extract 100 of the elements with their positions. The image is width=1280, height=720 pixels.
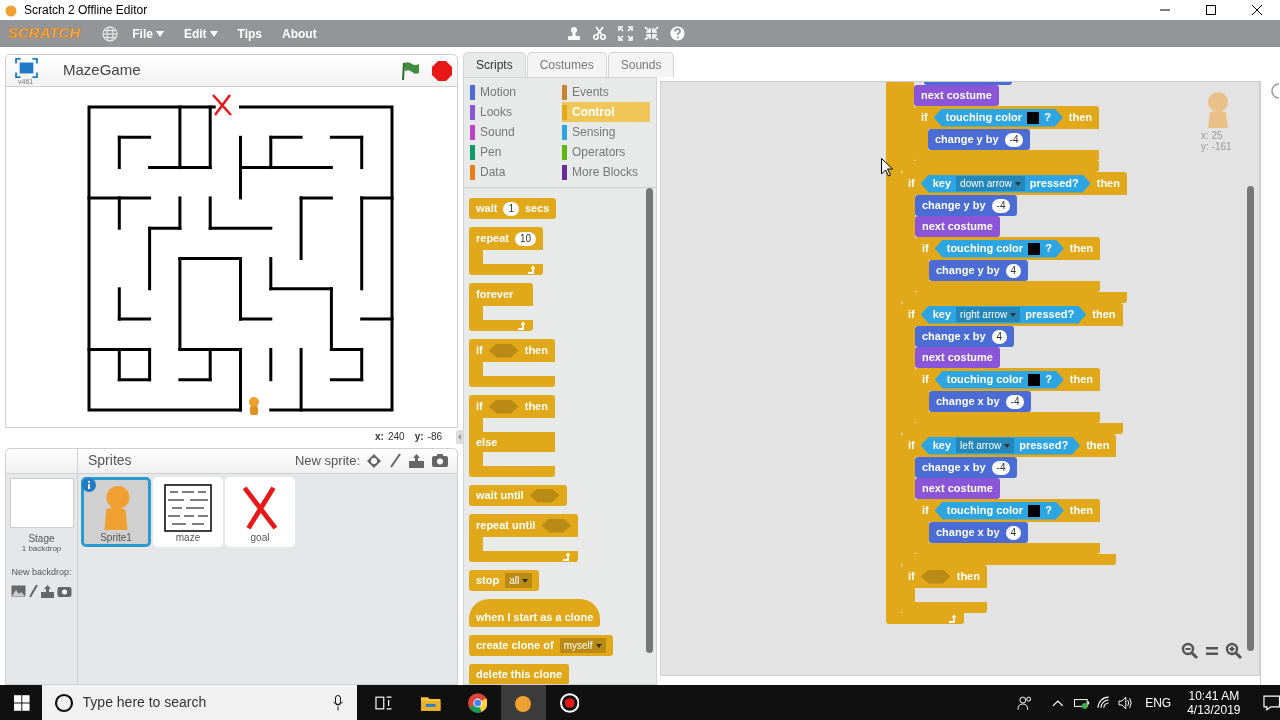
number-input[interactable]: -4 <box>1005 394 1025 409</box>
if-block[interactable]: if key right arrow pressed? then change x by 4 next costume if touching color ? then change x by -4 <box>901 303 1123 434</box>
number-input[interactable]: 4 <box>1005 525 1022 540</box>
command-block[interactable]: next costume <box>915 478 1000 499</box>
chevron-up-icon[interactable] <box>1051 698 1064 707</box>
tab[interactable]: Costumes <box>526 52 607 77</box>
category-item[interactable]: Events <box>562 82 650 102</box>
wifi-icon[interactable] <box>1097 696 1112 709</box>
command-block[interactable]: next costume <box>914 85 999 106</box>
sensing-block[interactable]: key down arrow pressed? <box>920 174 1091 193</box>
sensing-block[interactable]: key left arrow pressed? <box>920 436 1081 455</box>
sensing-block[interactable]: touching color ? <box>934 501 1064 520</box>
if-block[interactable]: if key left arrow pressed? then change x by -4 next costume if touching color ? then change x by 4 <box>901 434 1117 565</box>
number-input[interactable]: 4 <box>1005 263 1022 278</box>
shrink-icon[interactable] <box>643 26 659 41</box>
search-bar[interactable]: Type here to search <box>41 685 357 720</box>
category-item[interactable]: Looks <box>470 102 558 122</box>
number-input[interactable]: 10 <box>515 231 537 246</box>
sprite-tile[interactable]: Sprite1 <box>81 476 151 547</box>
sensing-block[interactable]: touching color ? <box>934 370 1064 389</box>
dropdown-input[interactable]: right arrow <box>956 307 1021 322</box>
clock-time[interactable]: 10:41 AM <box>1188 688 1240 703</box>
fullscreen-icon[interactable] <box>14 57 39 78</box>
flag-icon[interactable] <box>400 60 422 81</box>
stage-thumbnail[interactable] <box>9 477 74 528</box>
command-block[interactable]: wait 1 secs <box>469 198 557 219</box>
dropdown-input[interactable]: left arrow <box>956 438 1015 453</box>
taskbar-app-button[interactable] <box>501 685 546 720</box>
menu-item[interactable]: File <box>132 24 164 43</box>
stop-icon[interactable] <box>432 60 452 81</box>
language-indicator[interactable]: ENG <box>1145 693 1172 712</box>
zoom-out-icon[interactable] <box>1181 642 1199 660</box>
if-block[interactable]: if touching color ? then change y by -4 <box>914 106 1100 161</box>
sensing-block[interactable]: touching color ? <box>934 239 1064 258</box>
info-icon[interactable] <box>82 477 96 492</box>
search-input[interactable]: Type here to search <box>82 692 333 713</box>
tab[interactable]: Sounds <box>607 52 675 77</box>
number-input[interactable]: 1 <box>503 201 519 216</box>
upload-icon[interactable] <box>408 452 425 469</box>
command-block[interactable]: change x by 4 <box>915 326 1015 347</box>
sensing-block[interactable]: key right arrow pressed? <box>920 305 1087 324</box>
task-view-icon[interactable] <box>374 694 393 711</box>
number-input[interactable]: 4 <box>991 329 1008 344</box>
if-block[interactable]: next costume if touching color ? then change y by -4 <box>901 82 1100 172</box>
record-icon[interactable] <box>559 692 580 713</box>
color-swatch[interactable] <box>1028 373 1041 386</box>
menu-item[interactable]: Edit <box>183 24 218 43</box>
people-icon[interactable] <box>1017 694 1033 711</box>
command-block[interactable]: next costume <box>915 347 1000 368</box>
windows-start-icon[interactable] <box>14 694 30 711</box>
number-input[interactable]: -4 <box>1004 132 1024 147</box>
menu-item[interactable]: Tips <box>237 24 262 43</box>
browser-icon[interactable] <box>467 692 487 713</box>
sprite-tile[interactable]: maze <box>153 476 223 547</box>
tab[interactable]: Scripts <box>463 52 526 77</box>
scissors-icon[interactable] <box>591 26 607 41</box>
folder-icon[interactable] <box>421 694 441 711</box>
category-item[interactable]: Pen <box>470 142 558 162</box>
paintbrush-icon[interactable] <box>28 584 38 599</box>
category-item[interactable]: Sound <box>470 122 558 142</box>
dropdown-input[interactable]: all <box>505 573 533 588</box>
dropdown-input[interactable]: myself <box>559 638 606 653</box>
loop-block[interactable]: repeat 10 <box>469 227 544 275</box>
if-block[interactable]: if touching color ? then change y by 4 <box>915 237 1101 292</box>
command-block[interactable]: change y by 4 <box>929 260 1029 281</box>
battery-icon[interactable] <box>1074 696 1090 709</box>
number-input[interactable]: -4 <box>991 198 1011 213</box>
grow-icon[interactable] <box>617 26 633 41</box>
zoom-in-icon[interactable] <box>1225 642 1243 660</box>
if-block[interactable]: if touching color ? then change x by -4 <box>915 368 1101 423</box>
command-block[interactable]: change y by -4 <box>915 195 1018 216</box>
if-block[interactable]: if touching color ? then change x by 4 <box>915 499 1101 554</box>
command-block[interactable]: create clone of myself <box>469 635 613 656</box>
dropdown-input[interactable]: down arrow <box>956 176 1025 191</box>
scrollbar-thumb[interactable] <box>646 188 653 653</box>
command-block[interactable]: change x by -4 <box>929 391 1032 412</box>
category-item[interactable]: Operators <box>562 142 650 162</box>
help-icon[interactable] <box>669 26 685 41</box>
microphone-icon[interactable] <box>332 694 343 711</box>
color-swatch[interactable] <box>1028 504 1041 517</box>
notification-icon[interactable] <box>1262 694 1280 711</box>
volume-icon[interactable] <box>1117 695 1134 710</box>
command-block[interactable]: change x by -4 <box>915 457 1018 478</box>
command-block[interactable]: next costume <box>915 216 1000 237</box>
color-swatch[interactable] <box>1028 242 1041 255</box>
upload-icon[interactable] <box>40 584 55 598</box>
paintbrush-icon[interactable] <box>388 452 402 469</box>
menu-item[interactable]: About <box>282 24 317 43</box>
category-item[interactable]: More Blocks <box>562 162 650 182</box>
color-swatch[interactable] <box>1027 111 1040 124</box>
command-block[interactable]: change y by -4 <box>928 129 1031 150</box>
camera-icon[interactable] <box>57 585 72 598</box>
category-item[interactable]: Motion <box>470 82 558 102</box>
sprite-tile[interactable]: goal <box>225 476 295 547</box>
command-block[interactable]: stop all <box>469 570 540 591</box>
clock-date[interactable]: 4/13/2019 <box>1187 702 1241 717</box>
camera-icon[interactable] <box>431 453 449 469</box>
if-block[interactable]: if key down arrow pressed? then change y by -4 next costume if touching color ? then change y by 4 <box>901 172 1127 303</box>
command-block[interactable]: change x by 4 <box>929 522 1029 543</box>
category-item[interactable]: Data <box>470 162 558 182</box>
